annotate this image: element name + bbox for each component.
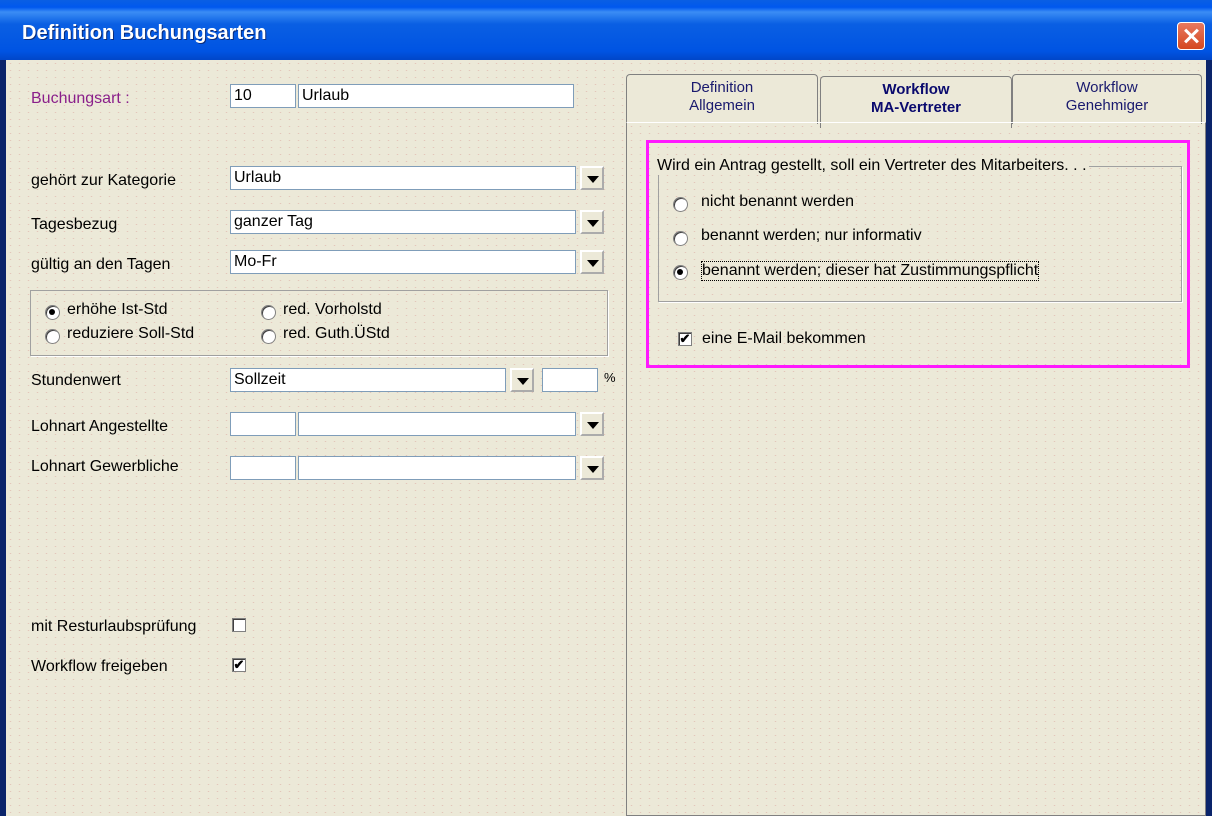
- reduziere-radio[interactable]: [45, 329, 60, 344]
- vertreter-opt1-label: nicht benannt werden: [701, 193, 854, 210]
- erhoehe-label: erhöhe Ist-Std: [67, 301, 168, 318]
- tab-label-line1: Workflow: [882, 81, 950, 98]
- email-checkbox[interactable]: ✔: [678, 332, 692, 346]
- vertreter-opt1-radio[interactable]: [673, 197, 688, 212]
- stundenwert-dropdown-button[interactable]: [510, 368, 534, 392]
- erhoehe-radio[interactable]: [45, 305, 60, 320]
- tab-label-line2: Allgemein: [689, 97, 755, 114]
- tab-label-line1: Definition: [690, 79, 754, 96]
- workflow-checkbox[interactable]: ✔: [232, 658, 246, 672]
- lohnart-ang-code-field[interactable]: [230, 412, 296, 436]
- kategorie-select[interactable]: Urlaub: [230, 166, 576, 190]
- lohnart-gew-dropdown-button[interactable]: [580, 456, 604, 480]
- reduziere-label: reduziere Soll-Std: [67, 325, 195, 342]
- title-bar[interactable]: Definition Buchungsarten: [0, 0, 1212, 60]
- dialog-window: Definition Buchungsarten Buchungsart : 1…: [0, 0, 1212, 816]
- lohnart-gew-code-field[interactable]: [230, 456, 296, 480]
- workflow-label: Workflow freigeben: [31, 658, 168, 675]
- vorholstd-radio[interactable]: [261, 305, 276, 320]
- vertreter-opt2-label: benannt werden; nur informativ: [701, 227, 922, 244]
- lohnart-gew-select[interactable]: [298, 456, 576, 480]
- tab-label-line2: MA-Vertreter: [870, 99, 962, 116]
- stundenwert-select[interactable]: Sollzeit: [230, 368, 506, 392]
- tab-workflow-ma-vertreter[interactable]: Workflow MA-Vertreter: [820, 76, 1012, 128]
- options-group: erhöhe Ist-Std reduziere Soll-Std red. V…: [30, 290, 608, 356]
- stundenwert-percent-field[interactable]: [542, 368, 598, 392]
- tagesbezug-dropdown-button[interactable]: [580, 210, 604, 234]
- vertreter-group: Wird ein Antrag gestellt, soll ein Vertr…: [655, 157, 1182, 302]
- vertreter-opt2-radio[interactable]: [673, 231, 688, 246]
- tab-definition-allgemein[interactable]: Definition Allgemein: [626, 74, 818, 124]
- buchungsart-name-field[interactable]: Urlaub: [298, 84, 574, 108]
- vertreter-opt3-label: benannt werden; dieser hat Zustimmungspf…: [701, 261, 1040, 281]
- buchungsart-number-field[interactable]: 10: [230, 84, 296, 108]
- tab-label-line1: Workflow: [1076, 79, 1138, 96]
- guth-radio[interactable]: [261, 329, 276, 344]
- lohnart-ang-label: Lohnart Angestellte: [31, 418, 168, 435]
- lohnart-gew-label: Lohnart Gewerbliche: [31, 458, 179, 475]
- buchungsart-label: Buchungsart :: [31, 90, 130, 107]
- gueltig-dropdown-button[interactable]: [580, 250, 604, 274]
- resturlaub-checkbox[interactable]: [232, 618, 246, 632]
- dialog-client-area: Buchungsart : 10 Urlaub gehört zur Kateg…: [6, 60, 1206, 816]
- vorholstd-label: red. Vorholstd: [283, 301, 382, 318]
- tab-workflow-genehmiger[interactable]: Workflow Genehmiger: [1012, 74, 1202, 124]
- percent-sign: %: [604, 370, 616, 385]
- tagesbezug-label: Tagesbezug: [31, 216, 118, 233]
- kategorie-label: gehört zur Kategorie: [31, 172, 176, 189]
- tab-label-line2: Genehmiger: [1065, 97, 1149, 114]
- lohnart-ang-select[interactable]: [298, 412, 576, 436]
- email-label: eine E-Mail bekommen: [702, 330, 866, 347]
- gueltig-select[interactable]: Mo-Fr: [230, 250, 576, 274]
- stundenwert-label: Stundenwert: [31, 372, 121, 389]
- gueltig-label: gültig an den Tagen: [31, 256, 171, 273]
- resturlaub-label: mit Resturlaubsprüfung: [31, 618, 197, 635]
- window-title: Definition Buchungsarten: [22, 22, 267, 44]
- vertreter-group-legend: Wird ein Antrag gestellt, soll ein Vertr…: [655, 157, 1089, 175]
- vertreter-opt3-radio[interactable]: [673, 265, 688, 280]
- tagesbezug-select[interactable]: ganzer Tag: [230, 210, 576, 234]
- kategorie-dropdown-button[interactable]: [580, 166, 604, 190]
- close-button[interactable]: [1177, 22, 1205, 50]
- guth-label: red. Guth.ÜStd: [283, 325, 390, 342]
- lohnart-ang-dropdown-button[interactable]: [580, 412, 604, 436]
